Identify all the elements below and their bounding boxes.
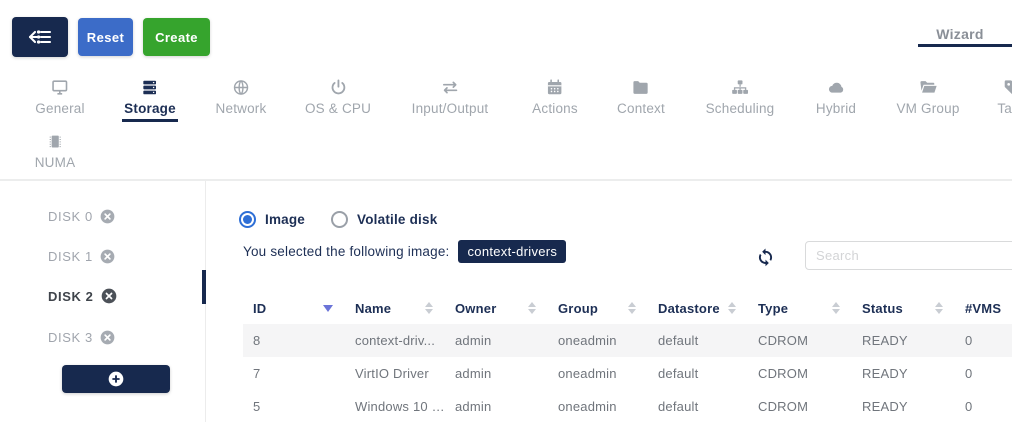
sort-icon: [728, 302, 736, 314]
monitor-icon: [35, 78, 84, 97]
tab-numa[interactable]: NUMA: [35, 132, 76, 172]
sort-icon: [935, 302, 943, 314]
table-row-image-8[interactable]: 8 context-driv... admin oneadmin default…: [243, 324, 1012, 357]
tab-input-output[interactable]: Input/Output: [412, 78, 489, 118]
tab-os-cpu[interactable]: OS & CPU: [305, 78, 371, 118]
radio-checked-icon: [239, 211, 256, 228]
sort-icon: [832, 302, 840, 314]
storage-tab-indicator: [122, 119, 178, 122]
column-header-owner[interactable]: Owner: [445, 301, 548, 316]
tab-actions[interactable]: Actions: [532, 78, 578, 118]
refresh-icon: [755, 246, 776, 267]
cloud-icon: [816, 78, 856, 97]
tab-tags[interactable]: Tags: [997, 78, 1012, 118]
column-header-type[interactable]: Type: [748, 301, 852, 316]
disk-type-radio-group: Image Volatile disk: [239, 211, 437, 228]
arrows-swap-icon: [412, 78, 489, 97]
tab-vm-group[interactable]: VM Group: [896, 78, 959, 118]
selected-disk-indicator: [202, 270, 206, 304]
tab-wizard[interactable]: Wizard: [908, 26, 1012, 42]
selected-image-row: You selected the following image: contex…: [243, 239, 566, 264]
sort-desc-icon: [323, 305, 333, 312]
tab-hybrid[interactable]: Hybrid: [816, 78, 856, 118]
radio-unchecked-icon: [331, 211, 348, 228]
back-to-list-button[interactable]: [12, 17, 68, 57]
table-row-image-7[interactable]: 7 VirtIO Driver admin oneadmin default C…: [243, 357, 1012, 390]
sidebar-item-disk0[interactable]: DISK 0: [48, 206, 115, 226]
tab-storage[interactable]: Storage: [124, 78, 176, 118]
sitemap-icon: [706, 78, 775, 97]
radio-image[interactable]: Image: [239, 211, 305, 228]
selected-image-text: You selected the following image:: [243, 244, 449, 259]
remove-disk-icon[interactable]: [101, 288, 117, 304]
table-header-row: ID Name Owner Group Datastore Type: [243, 292, 1012, 324]
table-row-image-5[interactable]: 5 Windows 10 I... admin oneadmin default…: [243, 390, 1012, 422]
tab-network[interactable]: Network: [216, 78, 267, 118]
remove-disk-icon[interactable]: [100, 330, 115, 345]
reset-button[interactable]: Reset: [78, 18, 133, 56]
calendar-icon: [532, 78, 578, 97]
tab-scheduling[interactable]: Scheduling: [706, 78, 775, 118]
remove-disk-icon[interactable]: [100, 249, 115, 264]
server-icon: [124, 78, 176, 97]
sort-icon: [528, 302, 536, 314]
remove-disk-icon[interactable]: [100, 209, 115, 224]
sidebar-item-disk1[interactable]: DISK 1: [48, 246, 115, 266]
column-header-name[interactable]: Name: [345, 301, 445, 316]
globe-icon: [216, 78, 267, 97]
refresh-button[interactable]: [753, 244, 777, 268]
add-disk-button[interactable]: [62, 365, 170, 393]
column-header-status[interactable]: Status: [852, 301, 955, 316]
images-table: ID Name Owner Group Datastore Type: [243, 292, 1012, 422]
sort-icon: [425, 302, 433, 314]
sidebar-item-disk2[interactable]: DISK 2: [48, 286, 117, 306]
section-divider: [0, 179, 1012, 181]
folder-icon: [617, 78, 665, 97]
column-header-id[interactable]: ID: [243, 301, 345, 316]
search-input[interactable]: [805, 241, 1012, 270]
tab-context[interactable]: Context: [617, 78, 665, 118]
column-header-datastore[interactable]: Datastore: [648, 301, 748, 316]
wizard-tab-indicator: [918, 44, 1012, 47]
chip-icon: [35, 132, 76, 151]
power-icon: [305, 78, 371, 97]
sidebar-item-disk3[interactable]: DISK 3: [48, 327, 115, 347]
create-button[interactable]: Create: [143, 18, 210, 56]
column-header-vms[interactable]: #VMS: [955, 301, 1012, 316]
sort-icon: [628, 302, 636, 314]
column-header-group[interactable]: Group: [548, 301, 648, 316]
selected-image-chip: context-drivers: [458, 240, 566, 263]
tag-icon: [997, 78, 1012, 97]
tab-general[interactable]: General: [35, 78, 84, 118]
plus-circle-icon: [108, 371, 124, 387]
vm-template-wizard: Reset Create Wizard General Storage Netw…: [0, 0, 1012, 422]
radio-volatile-disk[interactable]: Volatile disk: [331, 211, 437, 228]
folder-open-icon: [896, 78, 959, 97]
arrow-left-list-icon: [27, 26, 53, 48]
